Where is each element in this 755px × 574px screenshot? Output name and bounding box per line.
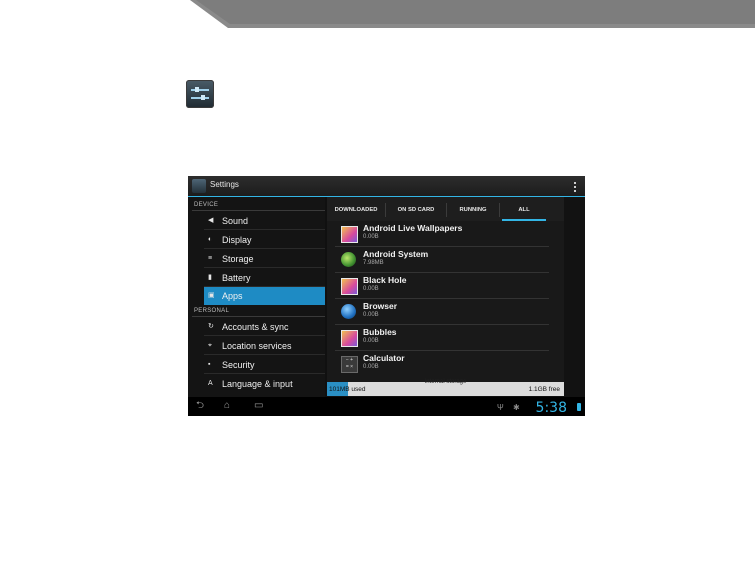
sidebar-item-display[interactable]: ◐ Display <box>204 231 325 249</box>
section-header-personal: PERSONAL <box>194 308 230 314</box>
language-icon: A <box>208 380 213 387</box>
battery-status-icon <box>577 403 581 411</box>
app-size: 0.00B <box>363 338 379 344</box>
app-list-item[interactable]: Android Live Wallpapers 0.00B <box>335 221 549 247</box>
app-list-item[interactable]: − + = × Calculator 0.00B <box>335 351 549 377</box>
app-name: Android Live Wallpapers <box>363 223 463 233</box>
page-title: Settings <box>210 180 239 189</box>
display-icon: ◐ <box>208 236 213 243</box>
tab-running[interactable]: RUNNING <box>447 197 499 221</box>
recent-apps-icon[interactable]: ▭ <box>254 401 263 411</box>
tablet-screen: Settings DEVICE ◀ Sound ◐ Display ≡ Stor… <box>188 176 585 416</box>
top-banner-inner <box>196 0 755 24</box>
sidebar-item-label: Sound <box>222 216 249 226</box>
settings-icon[interactable] <box>192 179 206 193</box>
sidebar-item-location[interactable]: ⌖ Location services <box>204 337 325 355</box>
android-debug-icon: ✱ <box>513 403 520 412</box>
sidebar-item-label: Display <box>222 235 252 245</box>
tab-downloaded[interactable]: DOWNLOADED <box>327 197 385 221</box>
divider <box>192 316 325 317</box>
usb-icon: Ψ <box>497 403 504 412</box>
app-size: 0.00B <box>363 364 379 370</box>
apps-panel: DOWNLOADED ON SD CARD RUNNING ALL Androi… <box>327 197 564 395</box>
picture-icon <box>341 278 358 295</box>
sidebar-item-storage[interactable]: ≡ Storage <box>204 250 325 268</box>
sidebar-item-battery[interactable]: ▮ Battery <box>204 269 325 287</box>
scroll-gutter <box>564 197 585 397</box>
app-name: Android System <box>363 249 429 259</box>
app-list-item[interactable]: Android System 7.98MB <box>335 247 549 273</box>
android-icon <box>341 252 356 267</box>
storage-icon: ≡ <box>208 255 213 262</box>
section-header-device: DEVICE <box>194 202 219 208</box>
app-list-item[interactable]: Black Hole 0.00B <box>335 273 549 299</box>
apps-tab-bar: DOWNLOADED ON SD CARD RUNNING ALL <box>327 197 564 221</box>
storage-title: Internal storage <box>424 379 467 385</box>
sidebar-item-label: Apps <box>222 291 243 301</box>
overflow-menu-icon[interactable] <box>574 182 576 192</box>
globe-icon <box>341 304 356 319</box>
clock: 5:38 <box>535 400 567 416</box>
app-list-item[interactable]: Bubbles 0.00B <box>335 325 549 351</box>
app-size: 0.00B <box>363 312 379 318</box>
tab-all[interactable]: ALL <box>500 197 548 221</box>
sidebar-item-language[interactable]: A Language & input <box>204 375 325 393</box>
storage-used-label: 101MB used <box>329 386 366 393</box>
picture-icon <box>341 330 358 347</box>
sidebar-item-label: Battery <box>222 273 251 283</box>
battery-icon: ▮ <box>208 274 212 281</box>
sidebar-item-sound[interactable]: ◀ Sound <box>204 212 325 230</box>
location-icon: ⌖ <box>208 342 212 349</box>
sync-icon: ↻ <box>208 323 214 330</box>
system-nav-bar: ⮌ ⌂ ▭ Ψ ✱ 5:38 <box>188 397 585 416</box>
sidebar-item-label: Language & input <box>222 379 293 389</box>
app-size: 0.00B <box>363 234 379 240</box>
lock-icon: ▪ <box>208 361 211 368</box>
sidebar-item-label: Accounts & sync <box>222 322 289 332</box>
storage-free-label: 1.1GB free <box>528 386 560 393</box>
app-size: 0.00B <box>363 286 379 292</box>
action-bar: Settings <box>188 176 585 197</box>
app-name: Black Hole <box>363 275 407 285</box>
app-name: Bubbles <box>363 327 397 337</box>
sidebar-item-label: Storage <box>222 254 254 264</box>
app-name: Browser <box>363 301 398 311</box>
speaker-icon: ◀ <box>208 217 214 224</box>
sidebar-item-label: Location services <box>222 341 292 351</box>
back-icon[interactable]: ⮌ <box>196 401 204 411</box>
tab-on-sd-card[interactable]: ON SD CARD <box>386 197 446 221</box>
settings-sidebar: DEVICE ◀ Sound ◐ Display ≡ Storage ▮ Bat… <box>188 197 325 397</box>
calculator-icon: − + = × <box>341 356 358 373</box>
sidebar-item-accounts[interactable]: ↻ Accounts & sync <box>204 318 325 336</box>
app-list-item[interactable]: Browser 0.00B <box>335 299 549 325</box>
sidebar-item-security[interactable]: ▪ Security <box>204 356 325 374</box>
sidebar-item-label: Security <box>222 360 255 370</box>
settings-app-icon <box>186 80 214 108</box>
app-name: Calculator <box>363 353 405 363</box>
sidebar-item-apps[interactable]: ▣ Apps <box>204 287 325 305</box>
divider <box>192 210 325 211</box>
picture-icon <box>341 226 358 243</box>
app-size: 7.98MB <box>363 260 384 266</box>
apps-icon: ▣ <box>208 292 215 299</box>
home-icon[interactable]: ⌂ <box>224 401 230 411</box>
